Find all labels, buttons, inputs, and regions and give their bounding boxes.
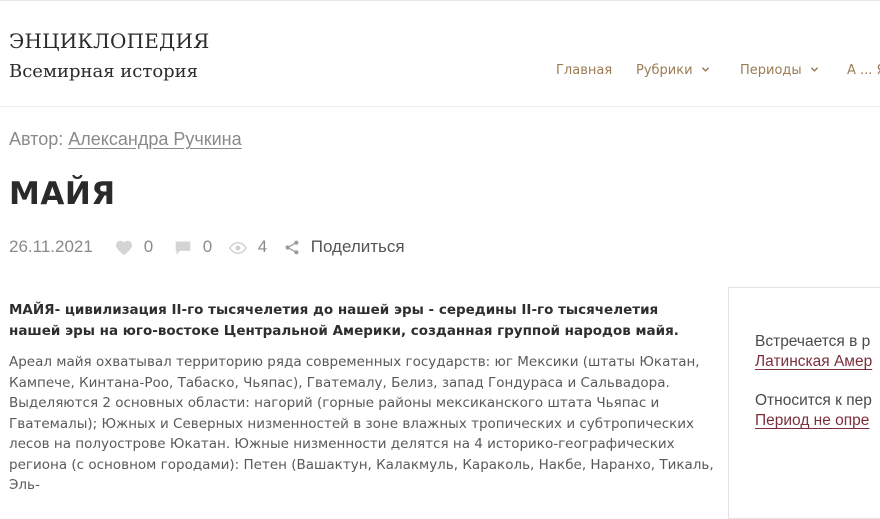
belongs-to-label: Относится к пер: [755, 392, 872, 409]
nav-item-label: Главная: [556, 63, 613, 78]
taxonomy-box: Встречается в р Латинская Амер Относится…: [728, 287, 880, 519]
author-line: Автор: Александра Ручкина: [9, 129, 242, 150]
comment-icon: [175, 240, 191, 255]
post-date: 26.11.2021: [9, 237, 93, 256]
share-icon: [285, 240, 299, 255]
views-count: 4: [257, 237, 268, 256]
site-name[interactable]: ЭНЦИКЛОПЕДИЯ: [9, 29, 210, 53]
nav-item-label: Рубрики: [636, 63, 693, 78]
likes-counter[interactable]: 0: [115, 236, 153, 258]
nav-item-a-z[interactable]: А ... Я: [847, 63, 880, 78]
heart-icon: [116, 240, 132, 255]
likes-count: 0: [143, 237, 154, 256]
eye-icon: [229, 241, 247, 254]
comments-counter[interactable]: 0: [174, 236, 212, 258]
chevron-down-icon: [810, 67, 818, 72]
nav-item-periods[interactable]: Периоды: [740, 63, 819, 78]
author-prefix: Автор:: [9, 129, 64, 149]
nav-item-home[interactable]: Главная: [556, 63, 612, 78]
site-description: Всемирная история: [9, 61, 199, 82]
share-label: Поделиться: [310, 237, 405, 256]
nav-item-label: А ... Я: [847, 63, 880, 78]
share-button[interactable]: Поделиться: [284, 236, 405, 258]
chevron-down-icon: [701, 67, 709, 72]
found-in-label: Встречается в р: [755, 333, 871, 350]
nav-item-rubrics[interactable]: Рубрики: [636, 63, 710, 78]
nav-item-label: Периоды: [740, 63, 802, 78]
article-paragraph: Ареал майя охватывал территорию ряда сов…: [9, 354, 714, 493]
author-link[interactable]: Александра Ручкина: [68, 129, 241, 149]
page-title: МАЙЯ: [9, 176, 116, 212]
article-lead: МАЙЯ- цивилизация II-го тысячелетия до н…: [9, 302, 679, 339]
site-header: ЭНЦИКЛОПЕДИЯ Всемирная история Главная Р…: [0, 1, 880, 107]
article-content: МАЙЯ- цивилизация II-го тысячелетия до н…: [9, 300, 714, 496]
views-counter: 4: [229, 236, 267, 258]
found-in-link[interactable]: Латинская Амер: [755, 353, 872, 371]
period-link[interactable]: Период не опре: [755, 412, 869, 430]
comments-count: 0: [202, 237, 213, 256]
